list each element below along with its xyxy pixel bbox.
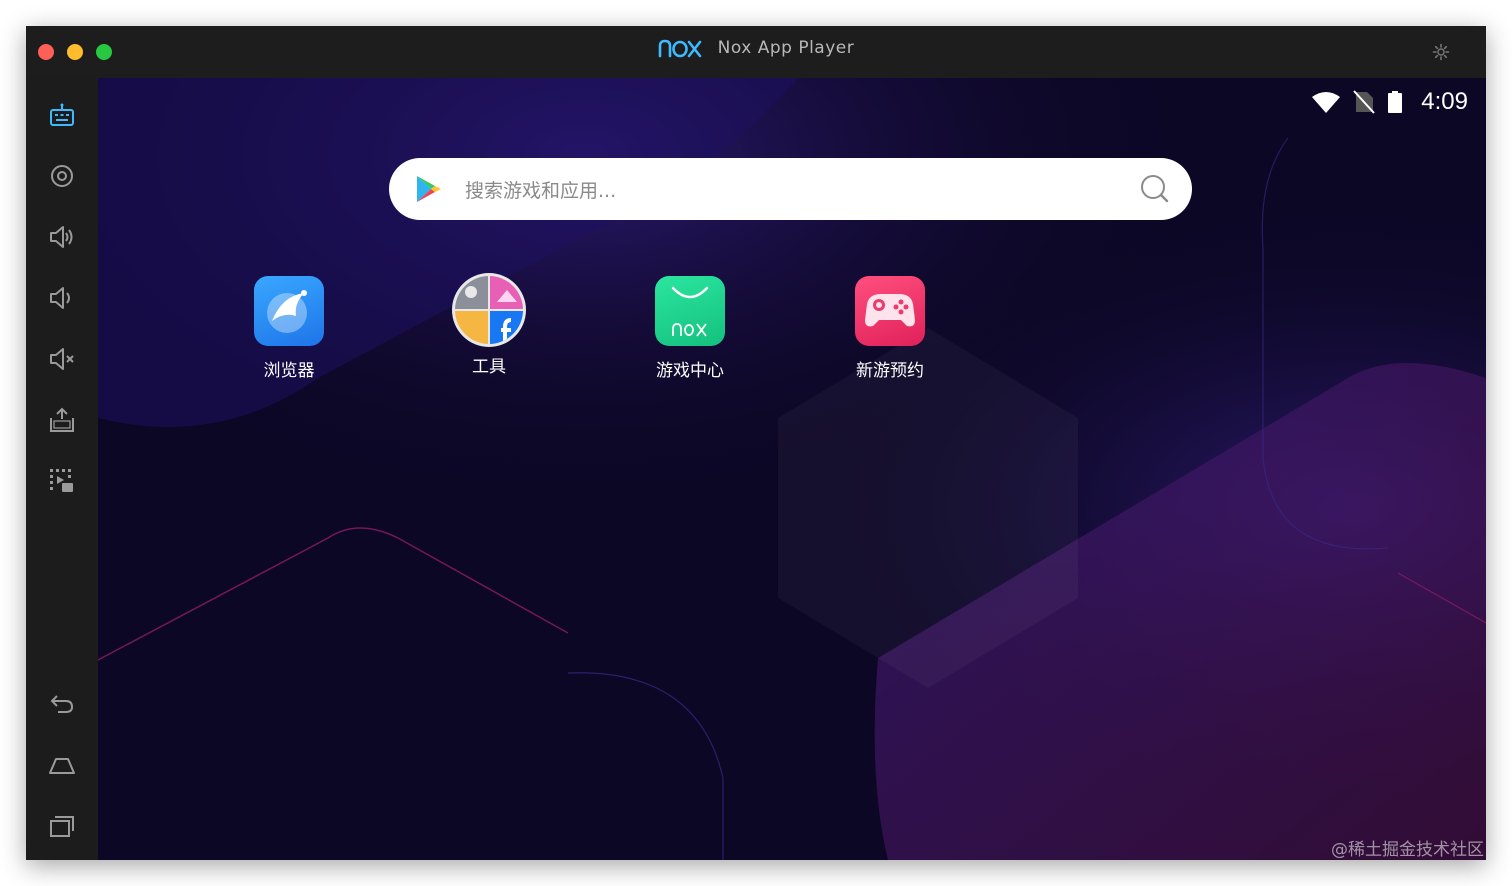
back-button[interactable]: [44, 686, 80, 722]
recent-apps-icon: [50, 816, 74, 837]
volume-up-icon: [50, 226, 73, 248]
watermark: @稀土掘金技术社区: [1331, 840, 1484, 860]
home-icon: [49, 758, 75, 774]
status-clock: 4:09: [1421, 88, 1468, 115]
nox-logo-icon: [658, 39, 702, 58]
sidebar-toolbar: [26, 78, 98, 860]
recent-apps-button[interactable]: [44, 808, 80, 844]
back-icon: [50, 695, 74, 713]
settings-gear-icon[interactable]: [1432, 43, 1450, 61]
search-placeholder: 搜索游戏和应用...: [465, 180, 617, 202]
search-icon[interactable]: [1140, 174, 1170, 204]
game-center-icon: [655, 276, 725, 346]
volume-down-button[interactable]: [44, 280, 80, 316]
window-title: Nox App Player: [26, 38, 1486, 58]
app-label: 新游预约: [856, 361, 924, 381]
gamepad-icon: [855, 276, 925, 346]
volume-down-icon: [50, 287, 70, 309]
app-new-game-reservation[interactable]: 新游预约: [820, 276, 960, 381]
browser-icon: [254, 276, 324, 346]
tools-folder-icon: [452, 273, 526, 347]
search-bar[interactable]: 搜索游戏和应用...: [389, 158, 1192, 220]
location-icon: [51, 165, 73, 187]
android-home-screen: 4:09 搜索游戏和应用... 浏览器 工具 游戏中心 新游预约 @稀土掘金技术…: [98, 78, 1486, 860]
location-button[interactable]: [44, 158, 80, 194]
no-sim-icon: [1353, 90, 1376, 114]
window-title-text: Nox App Player: [717, 38, 855, 58]
robot-keyboard-icon: [50, 103, 74, 126]
battery-icon: [1388, 91, 1403, 113]
wifi-icon: [1312, 92, 1341, 113]
install-apk-button[interactable]: [44, 402, 80, 438]
app-label: 浏览器: [263, 361, 315, 381]
title-bar: Nox App Player: [26, 26, 1486, 78]
app-label: 工具: [472, 357, 506, 377]
apk-install-icon: [50, 407, 74, 432]
multi-instance-button[interactable]: [44, 463, 80, 499]
mute-button[interactable]: [44, 341, 80, 377]
nox-window: Nox App Player 4:09 搜索游戏和应用... 浏览器 工具 游戏…: [26, 26, 1486, 860]
app-browser[interactable]: 浏览器: [219, 276, 359, 381]
volume-up-button[interactable]: [44, 219, 80, 255]
app-tools-folder[interactable]: 工具: [419, 273, 559, 377]
mute-icon: [50, 348, 74, 370]
app-game-center[interactable]: 游戏中心: [620, 276, 760, 381]
google-play-icon: [417, 176, 441, 202]
keyboard-mapping-button[interactable]: [44, 98, 80, 134]
multi-instance-icon: [50, 469, 73, 492]
status-bar: 4:09: [1311, 86, 1468, 118]
app-label: 游戏中心: [656, 361, 724, 381]
home-button[interactable]: [44, 747, 80, 783]
